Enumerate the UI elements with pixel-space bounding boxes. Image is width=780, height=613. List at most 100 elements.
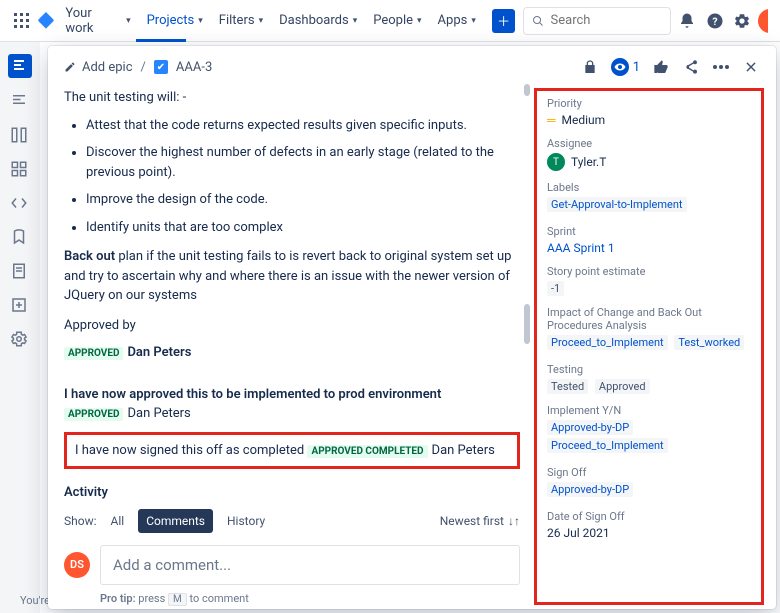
user-avatar[interactable] <box>758 9 768 33</box>
approver-name: Dan Peters <box>127 345 191 360</box>
field-label-assignee: Assignee <box>547 137 751 150</box>
field-label-labels: Labels <box>547 181 751 194</box>
chevron-down-icon: ▾ <box>417 16 422 26</box>
approved-badge: APPROVED <box>64 347 123 360</box>
scrollbar-thumb[interactable] <box>524 304 530 344</box>
field-label-priority: Priority <box>547 97 751 110</box>
issue-key-link[interactable]: AAA-3 <box>176 60 212 75</box>
testing-chip[interactable]: Tested <box>547 379 588 394</box>
lock-icon[interactable] <box>581 58 599 76</box>
list-item: Attest that the code returns expected re… <box>86 116 520 136</box>
backout-label: Back out <box>64 249 115 264</box>
completed-badge: APPROVED COMPLETED <box>307 445 427 458</box>
sort-icon: ↓↑ <box>508 512 520 530</box>
assignee-value[interactable]: T Tyler.T <box>547 153 751 171</box>
help-icon[interactable]: ? <box>703 9 727 33</box>
search-input[interactable] <box>523 7 671 35</box>
rail-grid-icon[interactable] <box>10 160 30 180</box>
nav-apps[interactable]: Apps▾ <box>432 9 482 32</box>
nav-dashboards[interactable]: Dashboards▾ <box>273 9 363 32</box>
search-icon <box>532 14 544 28</box>
chevron-down-icon: ▾ <box>259 16 264 26</box>
field-label-sprint: Sprint <box>547 225 751 238</box>
vote-icon[interactable] <box>652 58 670 76</box>
add-epic-label: Add epic <box>82 60 133 75</box>
breadcrumb-separator: / <box>141 60 146 75</box>
rail-backlog-icon[interactable] <box>10 92 30 112</box>
create-button[interactable]: ＋ <box>492 9 516 33</box>
details-panel: Priority ═ Medium Assignee T Tyler.T Label… <box>534 88 764 605</box>
list-item: Identify units that are too complex <box>86 218 520 238</box>
add-epic-button[interactable]: Add epic <box>64 60 133 75</box>
settings-icon[interactable] <box>731 9 755 33</box>
date-value[interactable]: 26 Jul 2021 <box>547 526 751 540</box>
approved-by-line: APPROVED Dan Peters <box>64 343 520 363</box>
comment-input[interactable]: Add a comment... <box>100 545 520 586</box>
close-icon[interactable] <box>742 58 760 76</box>
nav-people[interactable]: People ▾ <box>367 9 427 32</box>
priority-value[interactable]: ═ Medium <box>547 113 751 127</box>
show-label: Show: <box>64 512 97 530</box>
impact-chip[interactable]: Test_worked <box>674 335 744 350</box>
signoff-chip[interactable]: Approved-by-DP <box>547 482 633 497</box>
notifications-icon[interactable] <box>675 9 699 33</box>
watchers-button[interactable]: 1 <box>611 58 640 76</box>
sort-button[interactable]: Newest first↓↑ <box>440 512 520 530</box>
top-nav: Your work▾ Projects▾ Filters▾ Dashboards… <box>0 0 780 42</box>
svg-text:?: ? <box>712 14 717 27</box>
list-item: Discover the highest number of defects i… <box>86 143 520 182</box>
share-icon[interactable] <box>682 58 700 76</box>
assignee-avatar: T <box>547 153 565 171</box>
backout-paragraph: Back out plan if the unit testing fails … <box>64 247 520 306</box>
priority-icon: ═ <box>547 113 556 127</box>
pro-tip: Pro tip: press M to comment <box>100 591 520 608</box>
nav-filters[interactable]: Filters ▾ <box>213 9 269 32</box>
rail-roadmap-icon[interactable] <box>8 54 32 78</box>
list-item: Improve the design of the code. <box>86 190 520 210</box>
nav-label: People <box>373 13 413 28</box>
desc-intro: The unit testing will: - <box>64 88 520 108</box>
sprint-link[interactable]: AAA Sprint 1 <box>547 241 751 255</box>
signoff-text: I have now signed this off as completed <box>75 443 307 458</box>
rail-code-icon[interactable] <box>10 194 30 214</box>
label-chip[interactable]: Get-Approval-to-Implement <box>547 197 687 212</box>
tab-history[interactable]: History <box>219 509 273 533</box>
more-actions-icon[interactable] <box>712 58 730 76</box>
approval-text: I have now approved this to be implement… <box>64 387 441 402</box>
app-switcher-icon[interactable] <box>12 11 32 31</box>
search-field[interactable] <box>551 13 663 28</box>
implement-chip[interactable]: Approved-by-DP <box>547 420 633 435</box>
scrollbar[interactable] <box>524 84 530 96</box>
assignee-name: Tyler.T <box>571 155 606 169</box>
implement-chip[interactable]: Proceed_to_Implement <box>547 438 668 453</box>
rail-releases-icon[interactable] <box>10 228 30 248</box>
dialog-header: Add epic / ✔ AAA-3 1 <box>48 46 776 84</box>
story-points-value[interactable]: -1 <box>547 281 564 296</box>
tab-comments[interactable]: Comments <box>138 509 213 533</box>
backout-text: plan if the unit testing fails to is rev… <box>64 249 511 303</box>
nav-your-work[interactable]: Your work▾ <box>59 2 136 40</box>
impact-chip[interactable]: Proceed_to_Implement <box>547 335 668 350</box>
rail-board-icon[interactable] <box>10 126 30 146</box>
rail-pages-icon[interactable] <box>10 262 30 282</box>
protip-key: M <box>168 593 187 606</box>
highlighted-signoff-box: I have now signed this off as completed … <box>64 432 520 470</box>
sort-label: Newest first <box>440 512 504 530</box>
rail-settings-icon[interactable] <box>10 330 30 350</box>
tab-all[interactable]: All <box>103 509 133 533</box>
priority-text: Medium <box>562 113 606 127</box>
nav-label: Filters <box>219 13 255 28</box>
signoff-name: Dan Peters <box>432 443 495 458</box>
nav-label: Your work <box>65 6 122 36</box>
protip-label: Pro tip: <box>100 592 136 605</box>
nav-projects[interactable]: Projects▾ <box>141 9 209 32</box>
jira-logo-icon[interactable] <box>36 11 56 31</box>
nav-label: Apps <box>438 13 468 28</box>
approval-line-2: I have now approved this to be implement… <box>64 385 520 424</box>
eye-icon <box>611 58 629 76</box>
testing-chip[interactable]: Approved <box>595 379 650 394</box>
protip-text: press <box>138 592 165 605</box>
rail-add-icon[interactable] <box>10 296 30 316</box>
comment-composer: DS Add a comment... <box>64 545 520 586</box>
issue-dialog: Add epic / ✔ AAA-3 1 The unit testing wi… <box>48 46 776 609</box>
